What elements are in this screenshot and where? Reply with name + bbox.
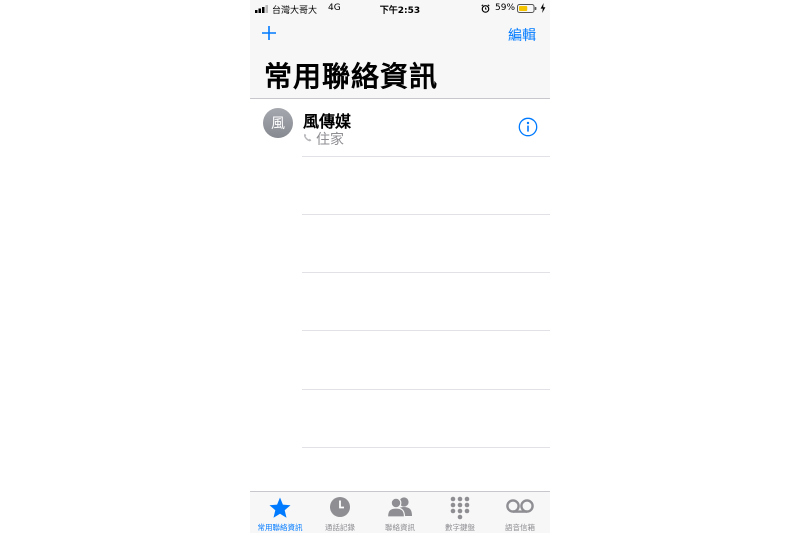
favorite-contact-row[interactable]: 風 風傳媒 住家	[250, 99, 550, 156]
header-area: 台灣大哥大 4G 下午2:53 59% 編輯 常用聯絡資訊	[250, 0, 550, 99]
tab-voicemail[interactable]: 語音信箱	[490, 492, 550, 533]
avatar: 風	[263, 108, 293, 138]
status-bar: 台灣大哥大 4G 下午2:53 59%	[250, 0, 550, 17]
clock-icon	[330, 497, 350, 517]
charging-bolt-icon	[540, 3, 546, 13]
page-title: 常用聯絡資訊	[264, 60, 439, 93]
tab-bar: 常用聯絡資訊 通話記錄 聯絡資訊 數字鍵盤 語音信箱	[250, 491, 550, 533]
tab-label: 數字鍵盤	[445, 523, 475, 532]
nav-bar: 編輯	[250, 18, 550, 50]
tab-contacts[interactable]: 聯絡資訊	[370, 492, 430, 533]
voicemail-icon	[506, 499, 534, 513]
keypad-icon	[450, 496, 470, 520]
tab-recents[interactable]: 通話記錄	[310, 492, 370, 533]
alarm-icon	[481, 4, 490, 13]
list-separator	[302, 330, 550, 331]
tab-label: 通話記錄	[325, 523, 355, 532]
tab-favorites[interactable]: 常用聯絡資訊	[250, 492, 310, 533]
list-separator	[302, 156, 550, 157]
tab-label: 聯絡資訊	[385, 523, 415, 532]
battery-icon	[517, 4, 537, 13]
list-separator	[302, 214, 550, 215]
phone-icon	[304, 133, 312, 142]
edit-button[interactable]: 編輯	[508, 25, 536, 45]
star-icon	[269, 497, 291, 518]
contacts-icon	[386, 497, 412, 518]
info-icon[interactable]	[518, 117, 538, 137]
battery-percent: 59%	[495, 3, 516, 13]
list-separator	[302, 272, 550, 273]
tab-label: 常用聯絡資訊	[257, 523, 303, 532]
tab-label: 語音信箱	[505, 523, 535, 532]
list-separator	[302, 447, 550, 448]
phone-screen: 台灣大哥大 4G 下午2:53 59% 編輯 常用聯絡資訊 風 風傳媒 住家 常…	[250, 0, 550, 533]
tab-keypad[interactable]: 數字鍵盤	[430, 492, 490, 533]
contact-phone-type: 住家	[316, 132, 344, 148]
add-favorite-button[interactable]	[260, 24, 278, 42]
list-separator	[302, 389, 550, 390]
